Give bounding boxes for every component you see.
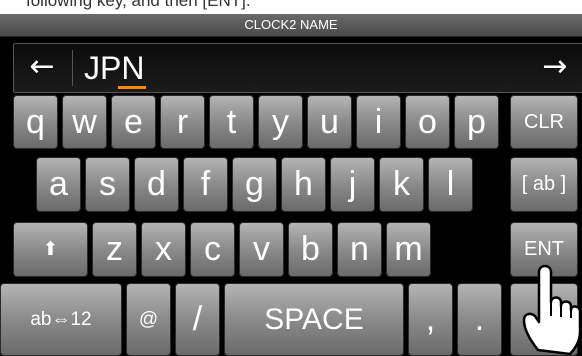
key-y[interactable]: y (258, 95, 303, 149)
key-period[interactable]: . (457, 283, 502, 356)
key-k[interactable]: k (379, 157, 424, 212)
ab-mode-button[interactable]: [ ab ] (510, 157, 578, 212)
key-slash[interactable]: / (175, 283, 220, 356)
clr-button[interactable]: CLR (510, 95, 578, 149)
key-r[interactable]: r (160, 95, 205, 149)
left-arrow-icon[interactable]: ← (20, 49, 64, 87)
key-n[interactable]: n (337, 222, 382, 277)
key-p[interactable]: p (454, 95, 499, 149)
key-a[interactable]: a (36, 157, 81, 212)
shift-arrow-icon: ⬆ (42, 239, 59, 260)
space-button[interactable]: SPACE (224, 283, 404, 356)
key-x[interactable]: x (141, 222, 186, 277)
shift-button[interactable]: ⬆ (13, 222, 88, 277)
key-e[interactable]: e (111, 95, 156, 149)
text-cursor (118, 86, 146, 89)
key-l[interactable]: l (428, 157, 473, 212)
instruction-caption: following key, and then [ENT]. (0, 0, 582, 14)
key-s[interactable]: s (85, 157, 130, 212)
key-v[interactable]: v (239, 222, 284, 277)
entry-divider (72, 50, 73, 86)
key-z[interactable]: z (92, 222, 137, 277)
key-m[interactable]: m (386, 222, 431, 277)
key-f[interactable]: f (183, 157, 228, 212)
key-h[interactable]: h (281, 157, 326, 212)
right-arrow-icon[interactable]: → (533, 49, 577, 87)
key-comma[interactable]: , (408, 283, 453, 356)
name-entry-field: ← JPN → (13, 43, 582, 93)
mode-toggle-button[interactable]: ab⇔12 (0, 283, 122, 356)
key-o[interactable]: o (405, 95, 450, 149)
key-j[interactable]: j (330, 157, 375, 212)
key-i[interactable]: i (356, 95, 401, 149)
key-d[interactable]: d (134, 157, 179, 212)
key-w[interactable]: w (62, 95, 107, 149)
key-t[interactable]: t (209, 95, 254, 149)
key-b[interactable]: b (288, 222, 333, 277)
key-g[interactable]: g (232, 157, 277, 212)
device-screen: CLOCK2 NAME ← JPN → q w e r t y u i o p … (0, 14, 582, 356)
pointing-hand-icon (522, 264, 582, 356)
screen-title: CLOCK2 NAME (0, 14, 582, 37)
key-q[interactable]: q (13, 95, 58, 149)
entry-text[interactable]: JPN (84, 48, 144, 88)
key-u[interactable]: u (307, 95, 352, 149)
key-at[interactable]: @ (126, 283, 171, 356)
caption-text: following key, and then [ENT]. (26, 0, 251, 10)
key-c[interactable]: c (190, 222, 235, 277)
